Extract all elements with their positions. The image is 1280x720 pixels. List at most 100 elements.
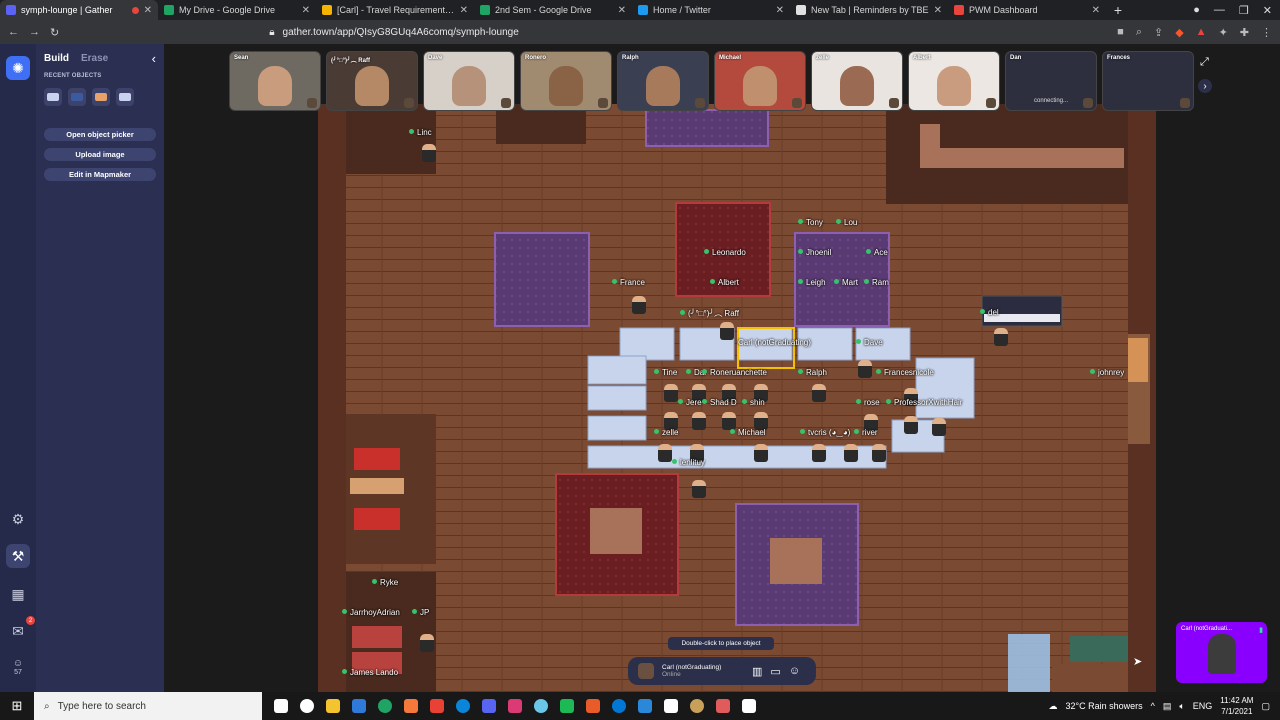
puzzle-icon[interactable]: ✚ — [1240, 26, 1249, 39]
taskbar-app-icon[interactable] — [320, 692, 346, 720]
player-name-label[interactable]: Ace — [866, 248, 888, 257]
video-tile[interactable]: Ralph — [617, 51, 709, 111]
player-name-label[interactable]: James Lando — [342, 668, 398, 677]
video-tile[interactable]: Dan connecting... — [1005, 51, 1097, 111]
self-avatar[interactable] — [638, 663, 654, 679]
map-viewport[interactable]: Linc Tony Lou Leonardo Jhoenil Ace France Alber… — [164, 44, 1280, 692]
player-avatar[interactable] — [692, 480, 706, 498]
player-avatar[interactable] — [692, 412, 706, 430]
lang-indicator[interactable]: ENG — [1193, 701, 1213, 711]
taskbar-app-icon[interactable] — [424, 692, 450, 720]
camera-icon[interactable]: ■ — [1117, 26, 1124, 38]
extension-icon[interactable]: ✦ — [1219, 26, 1228, 39]
player-avatar[interactable] — [872, 444, 886, 462]
warning-icon[interactable]: ▲ — [1196, 26, 1207, 38]
browser-tab[interactable]: New Tab | Reminders by TBE ✕ — [790, 0, 948, 20]
player-name-label[interactable]: rose — [856, 398, 880, 407]
player-avatar[interactable] — [994, 328, 1008, 346]
forward-icon[interactable]: → — [29, 26, 40, 38]
player-name-label[interactable]: johnrey — [1090, 368, 1124, 377]
player-name-label[interactable]: Ralph — [798, 368, 827, 377]
collapse-panel-icon[interactable]: ‹ — [152, 51, 156, 66]
menu-icon[interactable]: ⋮ — [1261, 26, 1272, 39]
player-name-label[interactable]: Roneruanchette — [702, 368, 767, 377]
player-name-label[interactable]: Leigh — [798, 278, 826, 287]
taskbar-app-icon[interactable] — [684, 692, 710, 720]
close-tab-icon[interactable]: ✕ — [1092, 5, 1100, 16]
url-box[interactable]: 🔒︎ gather.town/app/QIsyG8GUq4A6comq/symp… — [269, 23, 969, 41]
player-name-label[interactable]: Carl (notGraduating) — [738, 338, 811, 347]
player-name-label[interactable]: Tine — [654, 368, 677, 377]
brave-shield-icon[interactable]: ◆ — [1175, 26, 1183, 39]
player-avatar[interactable] — [658, 444, 672, 462]
player-name-label[interactable]: JarrhoyAdrian — [342, 608, 400, 617]
video-tile[interactable]: Michael — [714, 51, 806, 111]
hammer-icon[interactable]: ⚒ — [6, 544, 30, 568]
taskbar-app-icon[interactable] — [502, 692, 528, 720]
recent-object-thumbnail[interactable] — [92, 88, 110, 106]
player-name-label[interactable]: Shad D — [702, 398, 737, 407]
player-name-label[interactable]: tvcris (◕‿◕) — [800, 428, 850, 437]
map-icon[interactable]: ▥ — [752, 665, 762, 678]
video-tile[interactable]: (╯°□°)╯︵ Raff — [326, 51, 418, 111]
close-tab-icon[interactable]: ✕ — [144, 5, 152, 16]
recent-object-thumbnail[interactable] — [116, 88, 134, 106]
player-name-label[interactable]: Ryke — [372, 578, 398, 587]
taskbar-app-icon[interactable] — [450, 692, 476, 720]
open-object-picker-button[interactable]: Open object picker — [44, 128, 156, 141]
network-icon[interactable]: ▤ — [1163, 701, 1172, 712]
reload-icon[interactable]: ↻ — [50, 26, 59, 39]
player-name-label[interactable]: Albert — [710, 278, 739, 287]
self-video[interactable]: Carl (notGraduati... ▮ — [1176, 622, 1267, 683]
notification-icon[interactable]: ▢ — [1261, 701, 1270, 712]
share-icon[interactable]: ⇪ — [1154, 26, 1163, 39]
player-name-label[interactable]: river — [854, 428, 878, 437]
player-name-label[interactable]: Ram — [864, 278, 889, 287]
tab-build[interactable]: Build — [44, 53, 69, 64]
player-avatar[interactable] — [932, 418, 946, 436]
taskbar-app-icon[interactable] — [294, 692, 320, 720]
windows-start-icon[interactable]: ⊞ — [0, 692, 34, 720]
player-name-label[interactable]: del — [980, 308, 999, 317]
player-avatar[interactable] — [844, 444, 858, 462]
recent-object-thumbnail[interactable] — [68, 88, 86, 106]
next-videos-icon[interactable]: › — [1198, 79, 1212, 93]
player-name-label[interactable]: JP — [412, 608, 429, 617]
player-name-label[interactable]: Francesnicole — [876, 368, 934, 377]
video-tile[interactable]: Frances — [1102, 51, 1194, 111]
volume-icon[interactable]: 🔈︎ — [1179, 701, 1184, 712]
player-name-label[interactable]: Leonardo — [704, 248, 746, 257]
taskbar-app-icon[interactable] — [372, 692, 398, 720]
back-icon[interactable]: ← — [8, 26, 19, 38]
video-tile[interactable]: Ronero — [520, 51, 612, 111]
player-name-label[interactable]: shin — [742, 398, 765, 407]
player-avatar[interactable] — [904, 416, 918, 434]
close-tab-icon[interactable]: ✕ — [302, 5, 310, 16]
screen-share-icon[interactable]: ▭ — [770, 665, 780, 678]
restore-icon[interactable]: ❐ — [1239, 4, 1249, 17]
video-tile[interactable]: Albert — [908, 51, 1000, 111]
expand-videos-icon[interactable]: ⤢ — [1200, 56, 1209, 69]
player-name-label[interactable]: Dave — [856, 338, 883, 347]
close-tab-icon[interactable]: ✕ — [934, 5, 942, 16]
player-name-label[interactable]: Linc — [409, 128, 432, 137]
video-tile[interactable]: zelle — [811, 51, 903, 111]
player-name-label[interactable]: Jere — [678, 398, 702, 407]
browser-tab[interactable]: 2nd Sem - Google Drive ✕ — [474, 0, 632, 20]
taskbar-app-icon[interactable] — [736, 692, 762, 720]
close-tab-icon[interactable]: ✕ — [776, 5, 784, 16]
recent-object-thumbnail[interactable] — [44, 88, 62, 106]
taskbar-app-icon[interactable] — [398, 692, 424, 720]
taskbar-app-icon[interactable] — [476, 692, 502, 720]
gather-logo-icon[interactable]: ✺ — [6, 56, 30, 80]
tray-chevron-icon[interactable]: ^ — [1151, 701, 1155, 711]
player-avatar[interactable] — [812, 444, 826, 462]
video-tile[interactable]: Dave — [423, 51, 515, 111]
weather-text[interactable]: 32°C Rain showers — [1065, 701, 1142, 711]
player-name-label[interactable]: France — [612, 278, 645, 287]
chat-icon[interactable]: ✉ 2 — [6, 616, 35, 643]
player-avatar[interactable] — [720, 322, 734, 340]
player-avatar[interactable] — [422, 144, 436, 162]
player-avatar[interactable] — [812, 384, 826, 402]
weather-icon[interactable]: ☁ — [1048, 701, 1057, 712]
